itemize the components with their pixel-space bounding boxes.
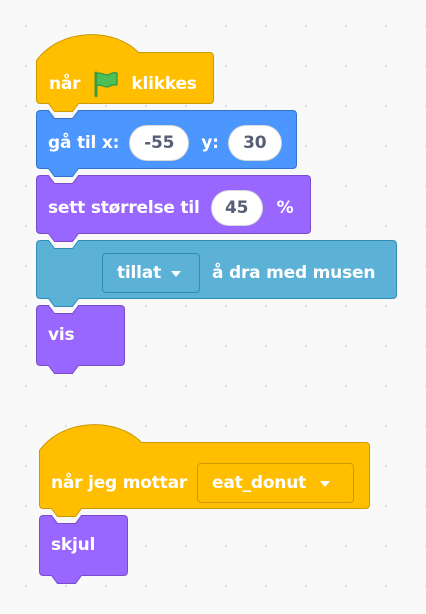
show-label: vis: [48, 325, 75, 345]
when-label: når: [49, 73, 81, 94]
drag-mode-suffix: å dra med musen: [212, 263, 376, 283]
message-selected: eat_donut: [212, 473, 307, 493]
y-label: y:: [201, 133, 219, 153]
green-flag-icon: [91, 71, 119, 97]
go-to-xy-block[interactable]: gå til x: -55 y: 30: [36, 110, 297, 177]
size-value-input[interactable]: 45: [210, 190, 263, 226]
hide-label: skjul: [51, 535, 96, 555]
set-drag-mode-block[interactable]: tillat å dra med musen: [36, 240, 397, 307]
go-to-x-label: gå til x:: [48, 133, 120, 153]
y-value-input[interactable]: 30: [227, 125, 282, 161]
percent-label: %: [276, 198, 294, 218]
set-size-block[interactable]: sett størrelse til 45 %: [36, 175, 311, 242]
drag-mode-dropdown[interactable]: tillat: [102, 253, 200, 293]
clicked-label: klikkes: [131, 73, 197, 94]
chevron-down-icon: [320, 481, 331, 487]
when-i-receive-label: når jeg mottar: [51, 473, 188, 493]
set-size-label: sett størrelse til: [48, 198, 200, 218]
hide-block[interactable]: skjul: [39, 515, 128, 584]
x-value-input[interactable]: -55: [129, 125, 190, 161]
chevron-down-icon: [171, 271, 182, 277]
message-dropdown[interactable]: eat_donut: [197, 463, 355, 503]
scripts-workspace: når klikkes gå til x: -55 y: 30 sett stø…: [0, 0, 426, 614]
when-flag-clicked-block[interactable]: når klikkes: [36, 34, 214, 112]
when-i-receive-block[interactable]: når jeg mottar eat_donut: [39, 424, 370, 517]
drag-mode-selected: tillat: [117, 263, 162, 283]
show-block[interactable]: vis: [36, 305, 125, 374]
